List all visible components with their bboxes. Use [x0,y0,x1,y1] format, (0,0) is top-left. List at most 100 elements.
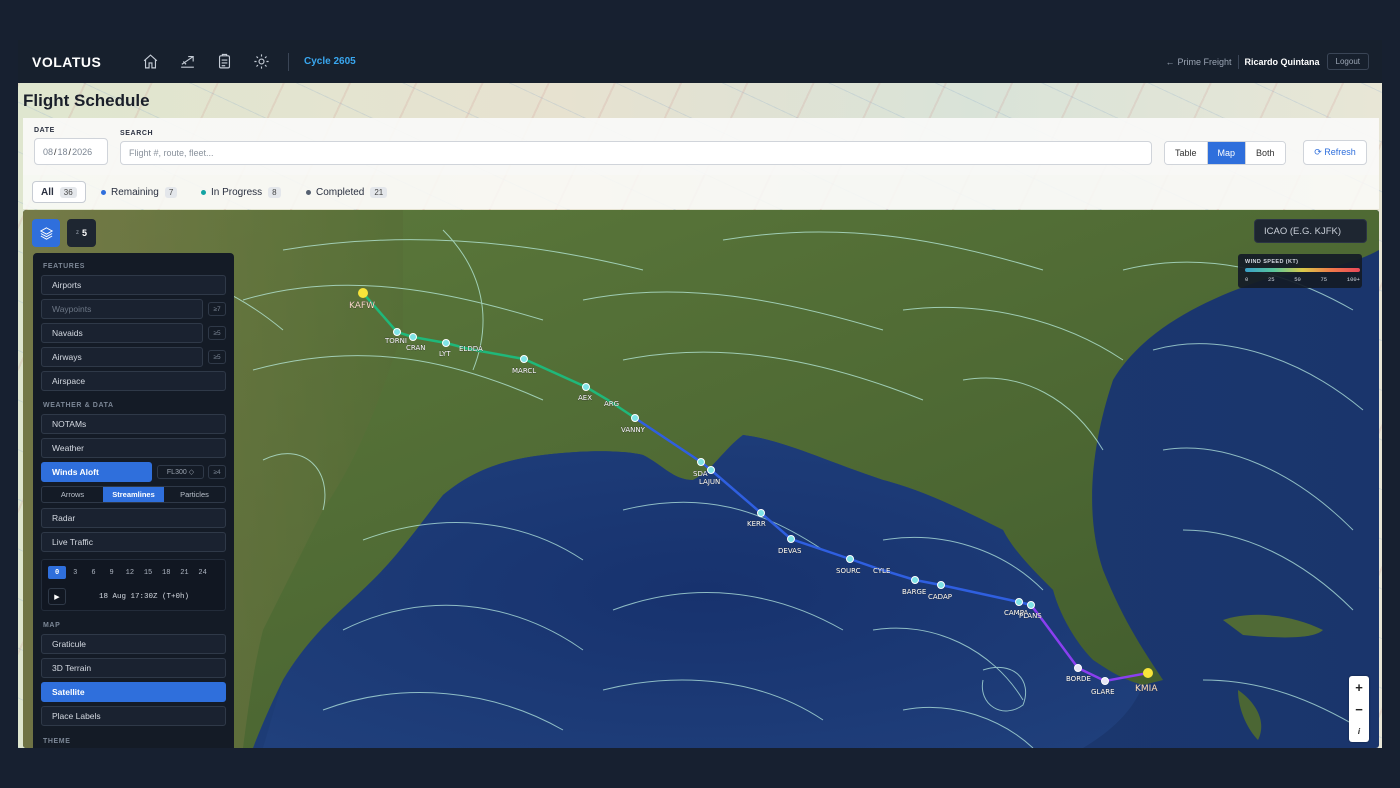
route-label: LAJUN [699,478,720,486]
layer-3d-terrain[interactable]: 3D Terrain [41,658,226,678]
wind-mode-particles[interactable]: Particles [164,487,225,502]
wind-mode-arrows[interactable]: Arrows [42,487,103,502]
legend-tick: 100+ [1346,276,1360,283]
date-day: 18 [57,146,68,157]
tab-completed[interactable]: Completed 21 [306,181,388,203]
layer-navaids[interactable]: Navaids [41,323,203,343]
layer-panel: FEATURES Airports Waypoints ≥7 Navaids ≥… [33,253,234,748]
hour-0[interactable]: 0 [48,566,67,579]
icao-search-input[interactable] [1254,219,1367,243]
flight-level-select[interactable]: FL300 ◇ [157,465,204,479]
legend-tick: 0 [1245,276,1249,283]
layer-airports[interactable]: Airports [41,275,226,295]
route-label: CRAN [406,344,426,352]
hour-15[interactable]: 15 [139,566,157,579]
tab-in-progress[interactable]: In Progress 8 [201,181,281,203]
app-window: VOLATUS Cycle 2605 ← Prime Freight Ricard… [18,40,1382,748]
refresh-button[interactable]: ⟳ Refresh [1303,140,1367,165]
nav-divider [288,52,289,71]
status-dot [201,189,206,195]
flight-icon[interactable] [176,51,198,73]
legend-tick: 50 [1294,276,1301,283]
brand-logo: VOLATUS [32,53,102,70]
route-label: GLARE [1091,688,1115,696]
view-table-button[interactable]: Table [1165,142,1207,164]
hour-12[interactable]: 12 [121,566,139,579]
tab-remaining[interactable]: Remaining 7 [101,181,178,203]
date-year: 2026 [72,146,93,157]
flight-map[interactable]: KAFW TORNI CRAN LYT ELDDA MARCL AEX ARG … [23,210,1379,748]
route-label: SOURC [836,567,861,575]
view-toggle: Table Map Both [1164,141,1286,165]
back-to-operator-link[interactable]: ← Prime Freight [1166,57,1232,67]
route-label: LYT [439,350,451,358]
search-input[interactable] [120,141,1152,165]
theme-section-title: THEME [43,738,71,745]
route-label: KMIA [1135,684,1158,694]
wind-speed-legend: WIND SPEED (KT) 0 25 50 75 100+ [1238,254,1362,288]
waypoints-zoom-badge: ≥7 [208,302,226,316]
airac-cycle-link[interactable]: Cycle 2605 [304,56,356,67]
route-label: KAFW [349,301,375,311]
route-label: ELDDA [459,345,483,353]
date-label: DATE [34,127,55,134]
status-tabs: All 36 Remaining 7 In Progress 8 Completed 2… [23,175,1379,209]
wind-mode-streamlines[interactable]: Streamlines [103,487,164,502]
layers-icon [39,226,53,240]
count-badge: 21 [370,186,388,198]
layers-toggle-button[interactable] [32,219,60,247]
logout-button[interactable]: Logout [1326,53,1369,70]
play-icon[interactable]: ▶ [48,588,66,605]
tab-label: In Progress [211,186,263,198]
clipboard-icon[interactable] [213,51,235,73]
user-area: ← Prime Freight Ricardo Quintana Logout [1166,40,1369,83]
layer-notams[interactable]: NOTAMs [41,414,226,434]
layer-radar[interactable]: Radar [41,508,226,528]
hour-18[interactable]: 18 [157,566,175,579]
gear-icon[interactable] [250,51,272,73]
home-icon[interactable] [139,51,161,73]
layer-winds-aloft[interactable]: Winds Aloft [41,462,152,482]
user-name: Ricardo Quintana [1244,56,1320,67]
tab-label: Remaining [111,186,159,198]
airways-zoom-badge: ≥5 [208,350,226,364]
features-section-title: FEATURES [43,263,86,270]
layer-airspace[interactable]: Airspace [41,371,226,391]
hour-3[interactable]: 3 [66,566,84,579]
user-divider [1237,54,1239,69]
route-label: PLANS [1019,612,1042,620]
route-label: TORNI [384,337,407,345]
origin-airport-marker[interactable] [358,288,368,298]
destination-airport-marker[interactable] [1143,668,1153,678]
layer-weather[interactable]: Weather [41,438,226,458]
top-nav-bar: VOLATUS Cycle 2605 ← Prime Freight Ricard… [18,40,1382,83]
view-both-button[interactable]: Both [1245,142,1285,164]
winds-zoom-badge: ≥4 [208,465,226,479]
layer-place-labels[interactable]: Place Labels [41,706,226,726]
layer-waypoints[interactable]: Waypoints [41,299,203,319]
date-month: 08 [43,146,54,157]
route-label: MARCL [512,367,536,375]
info-icon[interactable]: i [1349,720,1369,742]
hour-9[interactable]: 9 [103,566,121,579]
zoom-out-button[interactable]: − [1349,698,1369,720]
layer-airways[interactable]: Airways [41,347,203,367]
route-label: ARG [604,400,619,408]
hour-21[interactable]: 21 [175,566,193,579]
count-badge: 8 [268,186,281,198]
hour-24[interactable]: 24 [194,566,212,579]
layer-graticule[interactable]: Graticule [41,634,226,654]
zoom-in-button[interactable]: + [1349,676,1369,698]
layer-live-traffic[interactable]: Live Traffic [41,532,226,552]
layer-satellite[interactable]: Satellite [41,682,226,702]
wind-mode-toggle: Arrows Streamlines Particles [41,486,226,503]
view-map-button[interactable]: Map [1206,142,1246,164]
legend-tick: 75 [1320,276,1328,283]
tab-all[interactable]: All 36 [32,181,86,203]
legend-ticks: 0 25 50 75 100+ [1245,276,1360,283]
hour-6[interactable]: 6 [84,566,102,579]
date-input[interactable]: 08/18/2026 [34,138,108,165]
legend-color-bar [1245,268,1360,272]
count-badge: 36 [59,186,77,198]
navaids-zoom-badge: ≥5 [208,326,226,340]
